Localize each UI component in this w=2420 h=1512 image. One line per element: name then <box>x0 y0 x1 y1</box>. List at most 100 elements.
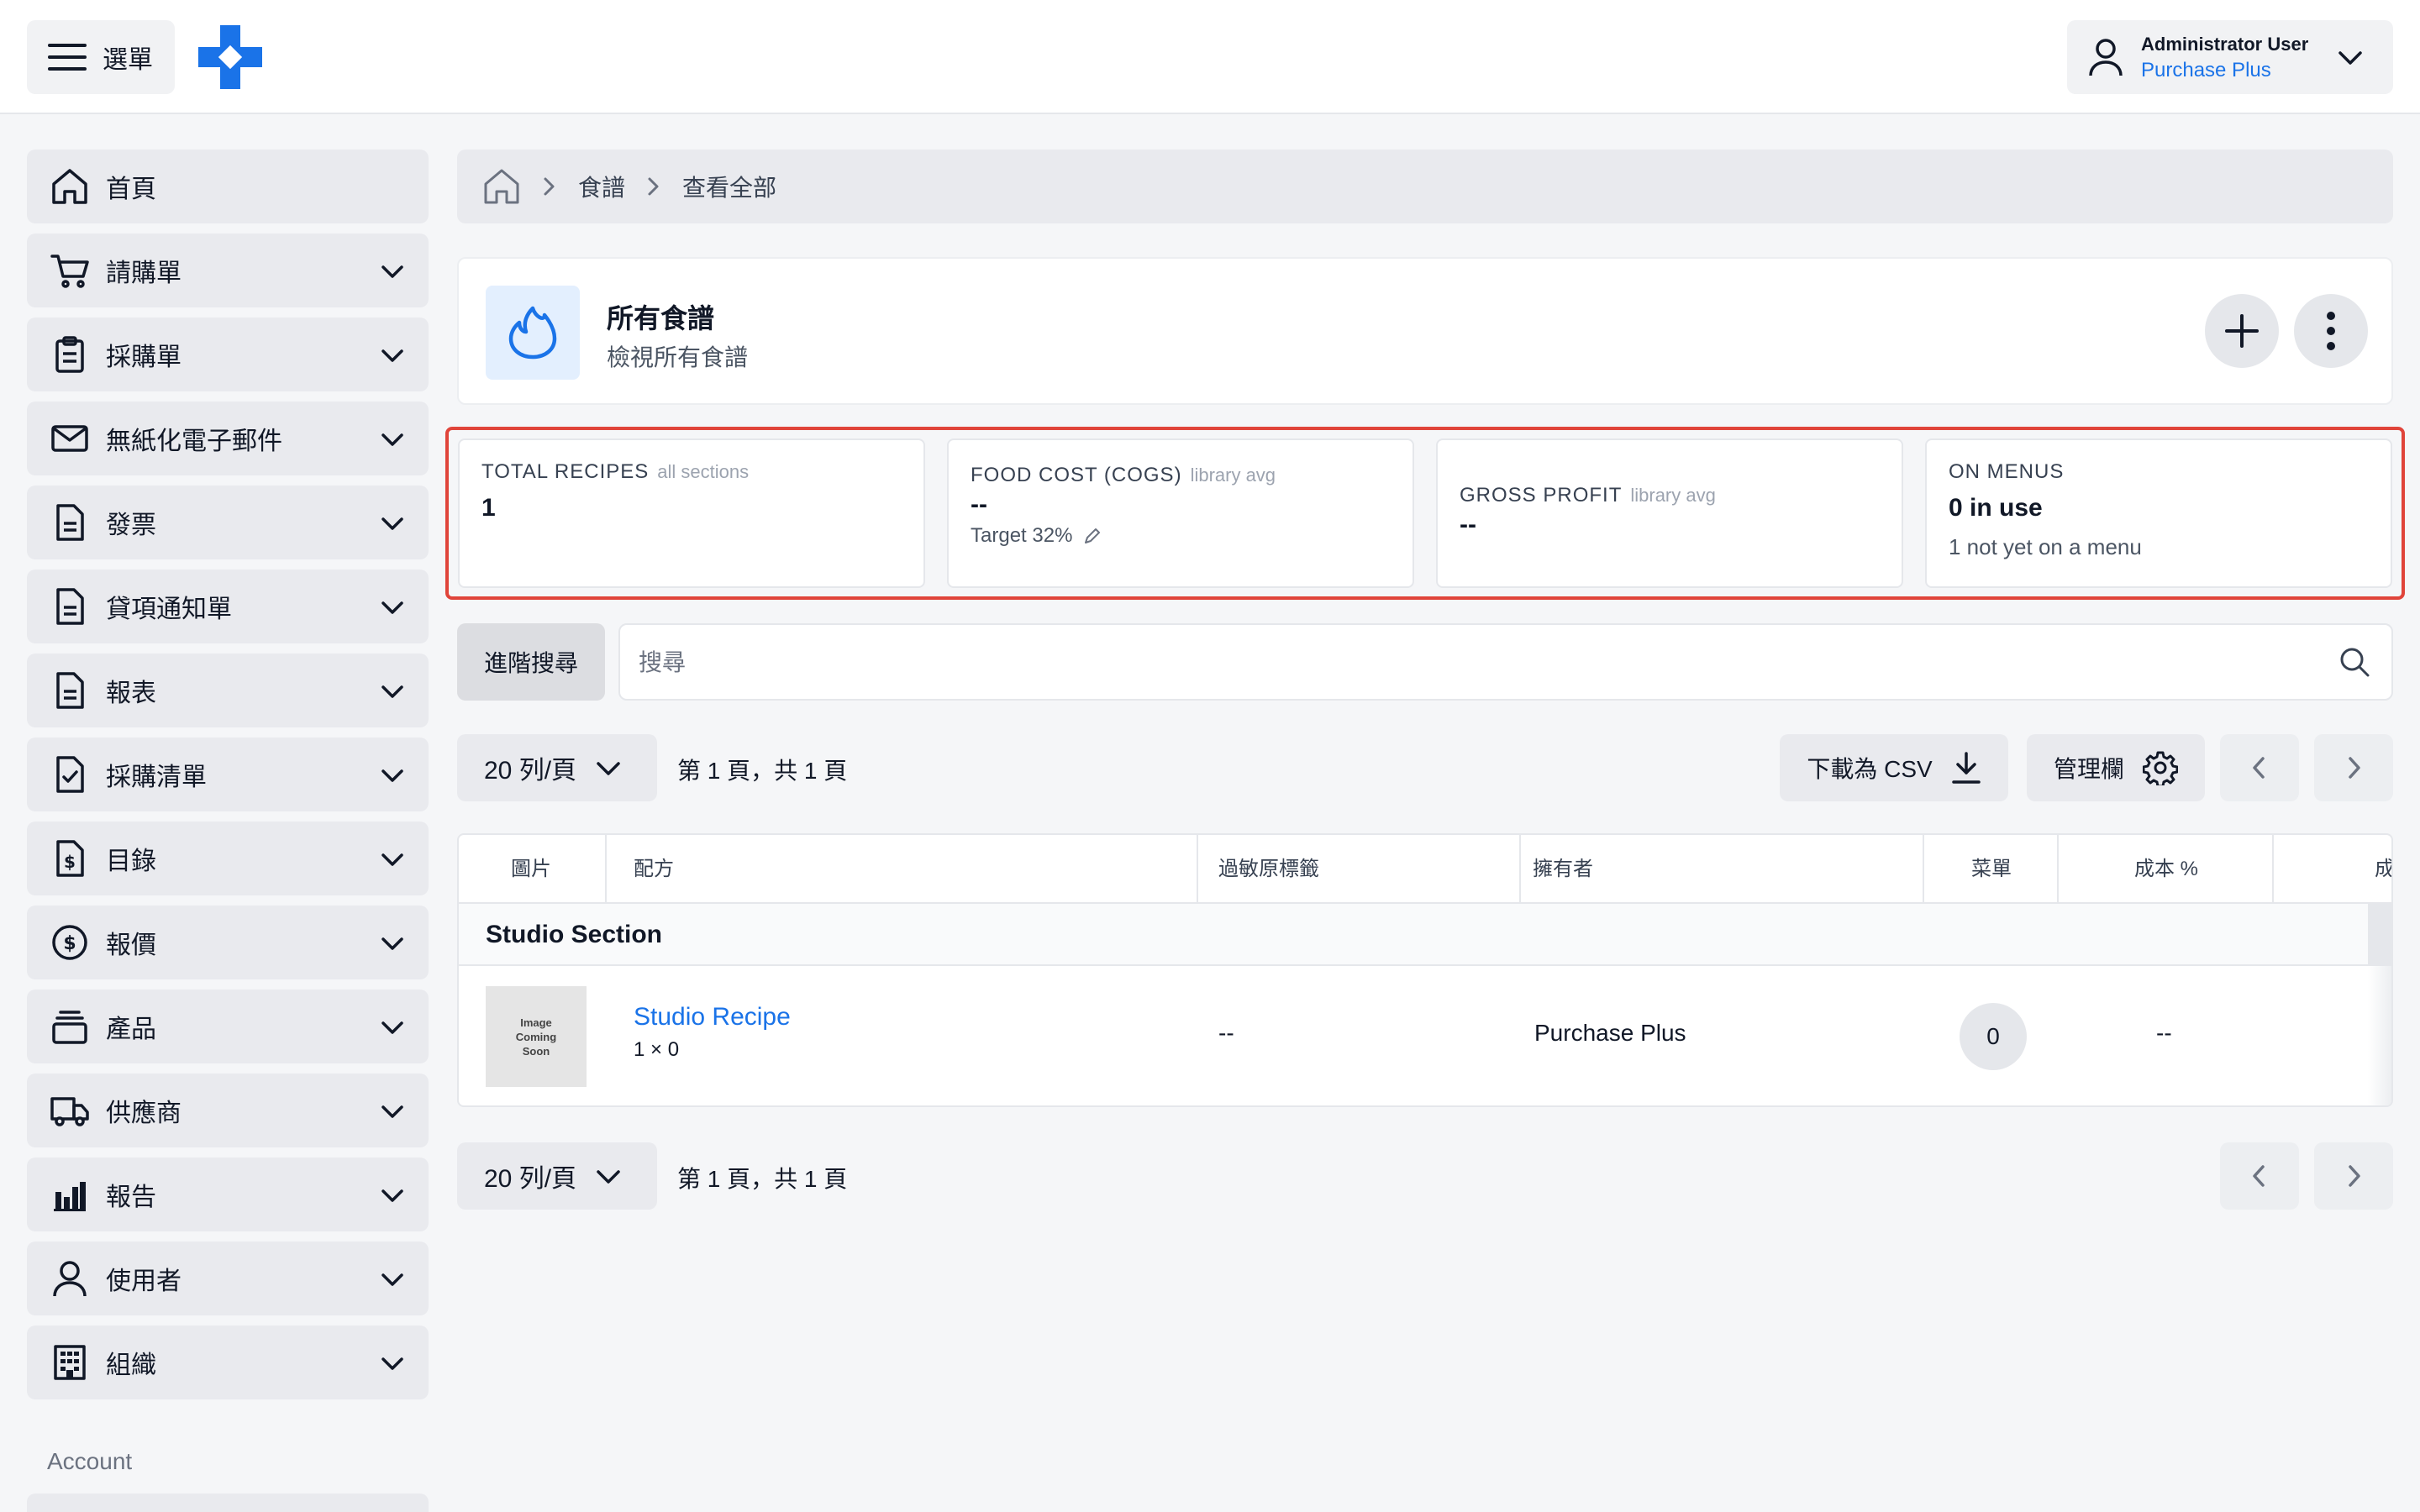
dollar-document-icon: $ <box>50 839 89 878</box>
chevron-right-icon <box>2342 754 2365 781</box>
recipe-image-placeholder: Image Coming Soon <box>486 986 587 1087</box>
menu-count-badge[interactable]: 0 <box>1960 1003 2027 1070</box>
stat-value: 0 in use <box>1949 494 2043 522</box>
fire-icon <box>486 286 580 380</box>
sidebar-item-label: 組織 <box>106 1352 156 1379</box>
rows-per-page-select[interactable]: 20 列/頁 <box>457 734 657 801</box>
food-cost-target[interactable]: Target 32% <box>971 524 1391 548</box>
user-menu[interactable]: Administrator User Purchase Plus <box>2067 20 2393 94</box>
stat-qualifier: library avg <box>1630 485 1716 506</box>
next-page-button[interactable] <box>2314 734 2393 801</box>
rows-per-page-select[interactable]: 20 列/頁 <box>457 1142 657 1210</box>
sidebar-item-label: 報告 <box>106 1184 156 1211</box>
chevron-down-icon <box>595 754 622 781</box>
sidebar-item-statements[interactable]: 報表 <box>27 654 429 727</box>
manage-columns-button[interactable]: 管理欄 <box>2027 734 2205 801</box>
page-info: 第 1 頁，共 1 頁 <box>677 758 848 784</box>
sidebar-item-products[interactable]: 產品 <box>27 990 429 1063</box>
stat-card-gross-profit: GROSS PROFIT library avg -- <box>1436 438 1903 588</box>
sidebar-item-reports[interactable]: 報告 <box>27 1158 429 1231</box>
chevron-down-icon <box>380 343 405 368</box>
search-icon[interactable] <box>2338 645 2371 679</box>
add-recipe-button[interactable] <box>2205 294 2279 368</box>
advanced-search-button[interactable]: 進階搜尋 <box>457 623 605 701</box>
table-header: 圖片 配方 過敏原標籤 擁有者 菜單 成本 % 成 <box>459 835 2391 904</box>
sidebar-item-catalogs[interactable]: $ 目錄 <box>27 822 429 895</box>
account-nav-item[interactable] <box>27 1494 429 1512</box>
breadcrumb: 食譜 查看全部 <box>457 150 2393 223</box>
sidebar-item-invoices[interactable]: 發票 <box>27 486 429 559</box>
stat-value: 1 <box>481 494 496 522</box>
menu-button[interactable]: 選單 <box>27 20 175 94</box>
recipe-link[interactable]: Studio Recipe <box>634 1003 791 1032</box>
download-csv-button[interactable]: 下載為 CSV <box>1780 734 2008 801</box>
next-page-button[interactable] <box>2314 1142 2393 1210</box>
scroll-shadow <box>2368 904 2391 966</box>
stat-label: FOOD COST (COGS) library avg <box>971 464 1276 486</box>
sidebar-item-label: 採購單 <box>106 344 182 371</box>
column-header-menus[interactable]: 菜單 <box>1971 835 2012 904</box>
more-options-button[interactable] <box>2294 294 2368 368</box>
stat-card-food-cost: FOOD COST (COGS) library avg -- Target 32… <box>947 438 1414 588</box>
sidebar: 首頁 請購單 採購單 無紙化電子郵件 發票 貸項通知單 報表 採購清單 $ 目錄… <box>27 150 429 1410</box>
chevron-down-icon <box>595 1163 622 1189</box>
table-section-row: Studio Section <box>459 904 2391 966</box>
stat-qualifier: all sections <box>657 461 750 482</box>
chevron-down-icon <box>380 763 405 788</box>
sidebar-item-buy-lists[interactable]: 採購清單 <box>27 738 429 811</box>
more-vertical-icon <box>2324 310 2338 352</box>
sidebar-item-home[interactable]: 首頁 <box>27 150 429 223</box>
user-name: Administrator User <box>2141 34 2309 55</box>
sidebar-item-requisitions[interactable]: 請購單 <box>27 234 429 307</box>
sidebar-item-label: 報價 <box>106 932 156 959</box>
allergens-cell: -- <box>1218 1020 1234 1046</box>
chevron-right-icon <box>645 175 662 198</box>
sidebar-item-users[interactable]: 使用者 <box>27 1242 429 1315</box>
column-header-cost-percent[interactable]: 成本 % <box>2134 835 2198 904</box>
column-header-owner[interactable]: 擁有者 <box>1533 835 1593 904</box>
recipes-table: 圖片 配方 過敏原標籤 擁有者 菜單 成本 % 成 Studio Section… <box>457 833 2393 1107</box>
pagination-top: 20 列/頁 第 1 頁，共 1 頁 下載為 CSV 管理欄 <box>457 734 2393 801</box>
column-header-allergens[interactable]: 過敏原標籤 <box>1218 835 1319 904</box>
sidebar-item-label: 貸項通知單 <box>106 596 232 623</box>
user-icon <box>2087 37 2124 77</box>
sidebar-item-label: 無紙化電子郵件 <box>106 428 282 455</box>
hamburger-icon <box>47 42 87 72</box>
stat-label: ON MENUS <box>1949 460 2065 483</box>
home-icon[interactable] <box>482 167 521 206</box>
sidebar-item-paperless-email[interactable]: 無紙化電子郵件 <box>27 402 429 475</box>
building-icon <box>50 1343 89 1382</box>
column-header-image[interactable]: 圖片 <box>511 835 551 904</box>
sidebar-item-credit-notes[interactable]: 貸項通知單 <box>27 570 429 643</box>
home-icon <box>50 167 89 206</box>
sidebar-item-label: 產品 <box>106 1016 156 1043</box>
column-header-recipe[interactable]: 配方 <box>634 835 674 904</box>
stat-card-total-recipes: TOTAL RECIPES all sections 1 <box>458 438 925 588</box>
sidebar-item-purchase-orders[interactable]: 採購單 <box>27 318 429 391</box>
table-row: Image Coming Soon Studio Recipe 1 × 0 --… <box>459 966 2391 1105</box>
sidebar-item-suppliers[interactable]: 供應商 <box>27 1074 429 1147</box>
breadcrumb-recipes-link[interactable]: 食譜 <box>578 170 625 203</box>
document-icon <box>50 587 89 626</box>
bar-chart-icon <box>50 1175 89 1214</box>
sidebar-item-label: 報表 <box>106 680 156 707</box>
column-header-truncated[interactable]: 成 <box>2375 835 2391 904</box>
stat-label: TOTAL RECIPES all sections <box>481 460 750 483</box>
search-input[interactable] <box>639 642 2302 684</box>
cost-percent-cell: -- <box>2156 1020 2172 1046</box>
user-icon <box>50 1259 89 1298</box>
sidebar-item-quotes[interactable]: $ 報價 <box>27 906 429 979</box>
owner-cell: Purchase Plus <box>1534 1020 1686 1046</box>
clipboard-icon <box>50 335 89 374</box>
sidebar-item-organisation[interactable]: 組織 <box>27 1326 429 1399</box>
document-icon <box>50 503 89 542</box>
previous-page-button[interactable] <box>2220 734 2299 801</box>
chevron-down-icon <box>380 511 405 536</box>
previous-page-button[interactable] <box>2220 1142 2299 1210</box>
truck-icon <box>50 1091 89 1130</box>
chevron-left-icon <box>2248 1163 2271 1189</box>
sidebar-item-label: 目錄 <box>106 848 156 875</box>
menu-label: 選單 <box>103 46 153 74</box>
sidebar-item-label: 發票 <box>106 512 156 539</box>
brand-logo[interactable] <box>198 25 262 89</box>
